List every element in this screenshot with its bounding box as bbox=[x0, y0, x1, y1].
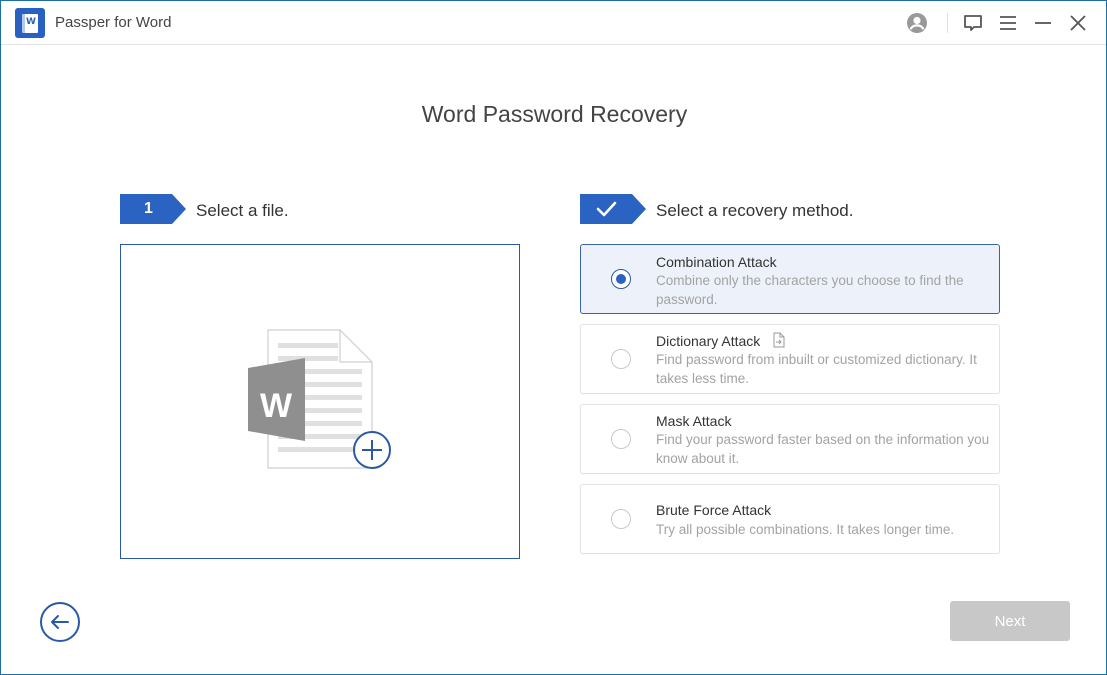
next-button[interactable]: Next bbox=[950, 601, 1070, 641]
check-icon bbox=[596, 201, 617, 217]
close-icon[interactable] bbox=[1066, 11, 1090, 35]
method-name: Brute Force Attack bbox=[656, 502, 772, 518]
step-2-label: Select a recovery method. bbox=[656, 201, 854, 220]
page-title: Word Password Recovery bbox=[421, 101, 688, 127]
method-name: Combination Attack bbox=[656, 254, 777, 270]
title-bar: W Passper for Word bbox=[1, 1, 1106, 45]
method-mask-attack[interactable]: Mask Attack Find your password faster ba… bbox=[580, 404, 1000, 474]
radio-mask-attack[interactable] bbox=[611, 429, 631, 449]
file-drop-area[interactable]: W bbox=[120, 244, 520, 559]
method-dictionary-attack[interactable]: Dictionary Attack Find password from inb… bbox=[580, 324, 1000, 394]
app-title: Passper for Word bbox=[55, 14, 172, 31]
method-combination-attack[interactable]: Combination Attack Combine only the char… bbox=[580, 244, 1000, 314]
radio-dictionary-attack[interactable] bbox=[611, 349, 631, 369]
app-window: W Passper for Word Word Password Recover… bbox=[0, 0, 1107, 675]
app-logo-icon: W bbox=[15, 8, 45, 38]
menu-icon[interactable] bbox=[996, 11, 1020, 35]
minimize-icon[interactable] bbox=[1031, 11, 1055, 35]
account-icon[interactable] bbox=[905, 11, 929, 35]
method-description: Find your password faster based on the i… bbox=[656, 432, 990, 466]
feedback-icon[interactable] bbox=[961, 11, 985, 35]
arrow-left-icon bbox=[51, 615, 69, 629]
step-1-badge: 1 bbox=[120, 194, 186, 224]
titlebar-separator bbox=[947, 13, 948, 33]
import-file-icon[interactable] bbox=[772, 332, 786, 348]
method-name: Mask Attack bbox=[656, 413, 732, 429]
method-description: Combine only the characters you choose t… bbox=[656, 273, 964, 307]
add-word-file-icon: W bbox=[248, 329, 391, 469]
method-brute-force-attack[interactable]: Brute Force Attack Try all possible comb… bbox=[580, 484, 1000, 554]
back-button[interactable] bbox=[40, 602, 80, 642]
method-description: Try all possible combinations. It takes … bbox=[656, 522, 955, 537]
step-2-badge bbox=[580, 194, 646, 224]
method-description: Find password from inbuilt or customized… bbox=[656, 352, 977, 386]
radio-combination-attack[interactable] bbox=[611, 269, 631, 289]
step-1-label: Select a file. bbox=[196, 201, 289, 220]
svg-text:W: W bbox=[260, 387, 293, 425]
method-name: Dictionary Attack bbox=[656, 333, 761, 349]
radio-brute-force-attack[interactable] bbox=[611, 509, 631, 529]
